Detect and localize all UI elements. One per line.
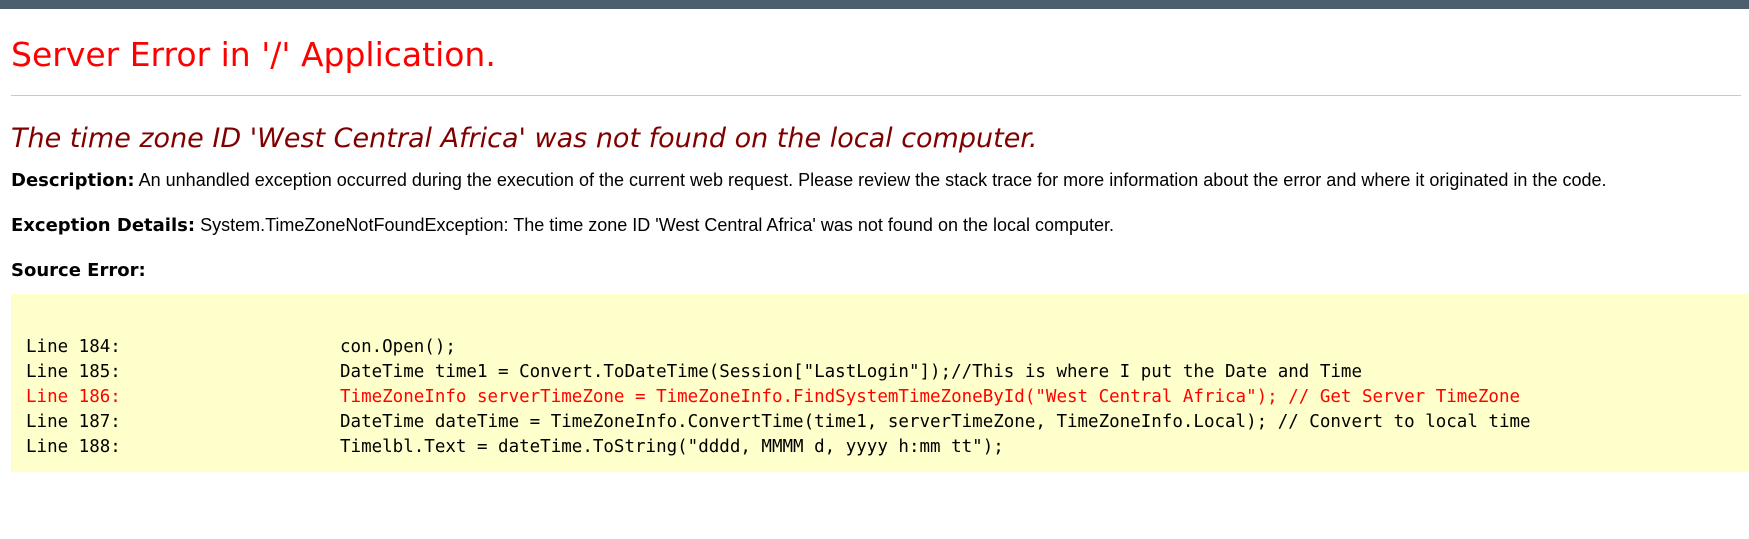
top-bar: [0, 0, 1749, 9]
exception-details: Exception Details: System.TimeZoneNotFou…: [11, 214, 1114, 237]
code-text: Timelbl.Text = dateTime.ToString("dddd, …: [340, 437, 1004, 457]
exception-details-label: Exception Details:: [11, 215, 196, 236]
line-number: Line 186:: [26, 387, 121, 407]
source-code-block: Line 184: con.Open(); Line 185: DateTime t…: [11, 294, 1749, 472]
source-error-label: Source Error:: [11, 260, 146, 281]
code-line: Line 188: Timelbl.Text = dateTime.ToStrin…: [26, 435, 1004, 460]
line-number: Line 187:: [26, 412, 121, 432]
error-message: The time zone ID 'West Central Africa' w…: [11, 123, 1038, 154]
code-line: Line 184: con.Open();: [26, 335, 456, 360]
line-number: Line 188:: [26, 437, 121, 457]
code-text: DateTime time1 = Convert.ToDateTime(Sess…: [340, 362, 1362, 382]
page-title: Server Error in '/' Application.: [11, 35, 496, 74]
title-divider: [11, 95, 1741, 96]
code-text: DateTime dateTime = TimeZoneInfo.Convert…: [340, 412, 1531, 432]
line-number: Line 185:: [26, 362, 121, 382]
code-line-error: Line 186: TimeZoneInfo serverTimeZone = T…: [26, 385, 1520, 410]
code-text: TimeZoneInfo serverTimeZone = TimeZoneIn…: [340, 387, 1521, 407]
code-text: con.Open();: [340, 337, 456, 357]
description: Description: An unhandled exception occu…: [11, 169, 1607, 192]
source-error: Source Error:: [11, 259, 146, 282]
code-line: Line 187: DateTime dateTime = TimeZoneInf…: [26, 410, 1531, 435]
description-label: Description:: [11, 170, 135, 191]
exception-details-text: System.TimeZoneNotFoundException: The ti…: [200, 215, 1115, 235]
line-number: Line 184:: [26, 337, 121, 357]
description-text: An unhandled exception occurred during t…: [138, 170, 1607, 190]
code-line: Line 185: DateTime time1 = Convert.ToDate…: [26, 360, 1362, 385]
